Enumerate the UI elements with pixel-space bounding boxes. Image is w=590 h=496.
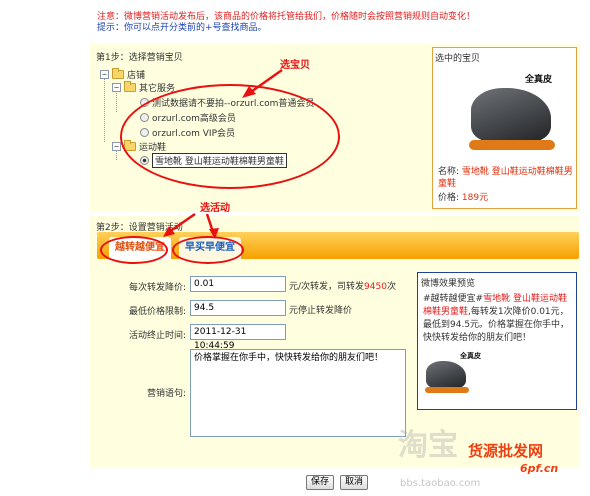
end-time-input[interactable]: 2011-12-31 10:44:59 <box>190 324 286 351</box>
tree-node-root[interactable]: − 店铺 <box>100 67 146 81</box>
preview-product-image <box>426 361 466 389</box>
notice-warning: 注意：微博营销活动发布后，该商品的价格将托管给我们，价格随时会按照营销规则自动变… <box>97 12 476 22</box>
watermark-taobao: 淘宝 <box>398 428 458 463</box>
reduce-label: 每次转发降价: <box>128 283 186 293</box>
selected-name: 名称: 雪地靴 登山鞋运动鞋棉鞋男童鞋 <box>438 166 576 190</box>
slogan-textarea[interactable]: 价格掌握在你手中，快快转发给你的朋友们吧！ <box>190 349 406 437</box>
annotation-ellipse <box>120 84 340 189</box>
product-image-sole <box>469 140 555 150</box>
folder-icon <box>124 80 136 92</box>
selected-title: 选中的宝贝 <box>435 54 481 64</box>
end-time-label: 活动终止时间: <box>128 331 186 341</box>
preview-product-image-sole <box>425 387 469 393</box>
slogan-label: 营销语句: <box>146 389 186 399</box>
brand-label: 全真皮 <box>525 75 553 85</box>
annotation-ellipse <box>100 236 168 264</box>
watermark-url: 6pf.cn <box>520 462 559 475</box>
collapse-icon[interactable]: − <box>100 69 109 79</box>
reduce-hint-num: 9450 <box>364 282 387 292</box>
step1-label: 第1步：选择营销宝贝 <box>96 53 183 63</box>
annotation-ellipse <box>172 236 244 264</box>
tree-line <box>104 76 105 142</box>
tree-node-label: 店铺 <box>127 70 146 81</box>
folder-icon <box>112 67 124 79</box>
preview-brand: 全真皮 <box>460 352 481 360</box>
price-label: 价格: <box>438 193 460 203</box>
weibo-preview-panel: 微博效果预览 #越转越便宜#雪地靴 登山鞋运动鞋棉鞋男童鞋,每转发1次降价0.0… <box>417 272 577 410</box>
reduce-hint: 元/次转发，司转发9450次 <box>289 279 396 292</box>
reduce-input[interactable]: 0.01 <box>190 276 286 292</box>
reduce-hint-pre: 元/次转发，司转发 <box>289 282 365 292</box>
tree-node-category1[interactable]: − 其它服务 <box>112 80 175 94</box>
notice: 注意：微博营销活动发布后，该商品的价格将托管给我们，价格随时会按照营销规则自动变… <box>97 12 475 34</box>
watermark-site: 货源批发网 <box>468 442 544 460</box>
notice-tip: 提示：你可以点开分类前的+号查找商品。 <box>97 23 267 33</box>
preview-body: #越转越便宜#雪地靴 登山鞋运动鞋棉鞋男童鞋,每转发1次降价0.01元，最低到9… <box>423 293 573 345</box>
preview-tag: #越转越便宜# <box>423 294 484 304</box>
min-price-input[interactable]: 94.5 <box>190 300 286 316</box>
save-button[interactable]: 保存 <box>306 475 335 490</box>
min-price-hint: 元停止转发降价 <box>289 306 353 316</box>
annotation-arrows-icon <box>163 212 219 239</box>
cancel-button[interactable]: 取消 <box>340 475 369 490</box>
min-price-label: 最低价格限制: <box>128 307 186 317</box>
annotation-arrow-icon <box>242 68 283 98</box>
watermark-bbs: bbs.taobao.com <box>400 478 481 489</box>
name-label: 名称: <box>438 167 460 177</box>
collapse-icon[interactable]: − <box>112 141 121 151</box>
preview-title: 微博效果预览 <box>421 279 476 289</box>
product-image <box>471 88 551 143</box>
selected-price: 价格: 189元 <box>438 192 488 204</box>
selected-product-panel: 选中的宝贝 全真皮 名称: 雪地靴 登山鞋运动鞋棉鞋男童鞋 价格: 189元 <box>432 47 577 209</box>
collapse-icon[interactable]: − <box>112 82 121 92</box>
price-value: 189元 <box>461 193 489 203</box>
reduce-hint-post: 次 <box>386 282 396 292</box>
name-value[interactable]: 雪地靴 登山鞋运动鞋棉鞋男童鞋 <box>438 167 573 189</box>
